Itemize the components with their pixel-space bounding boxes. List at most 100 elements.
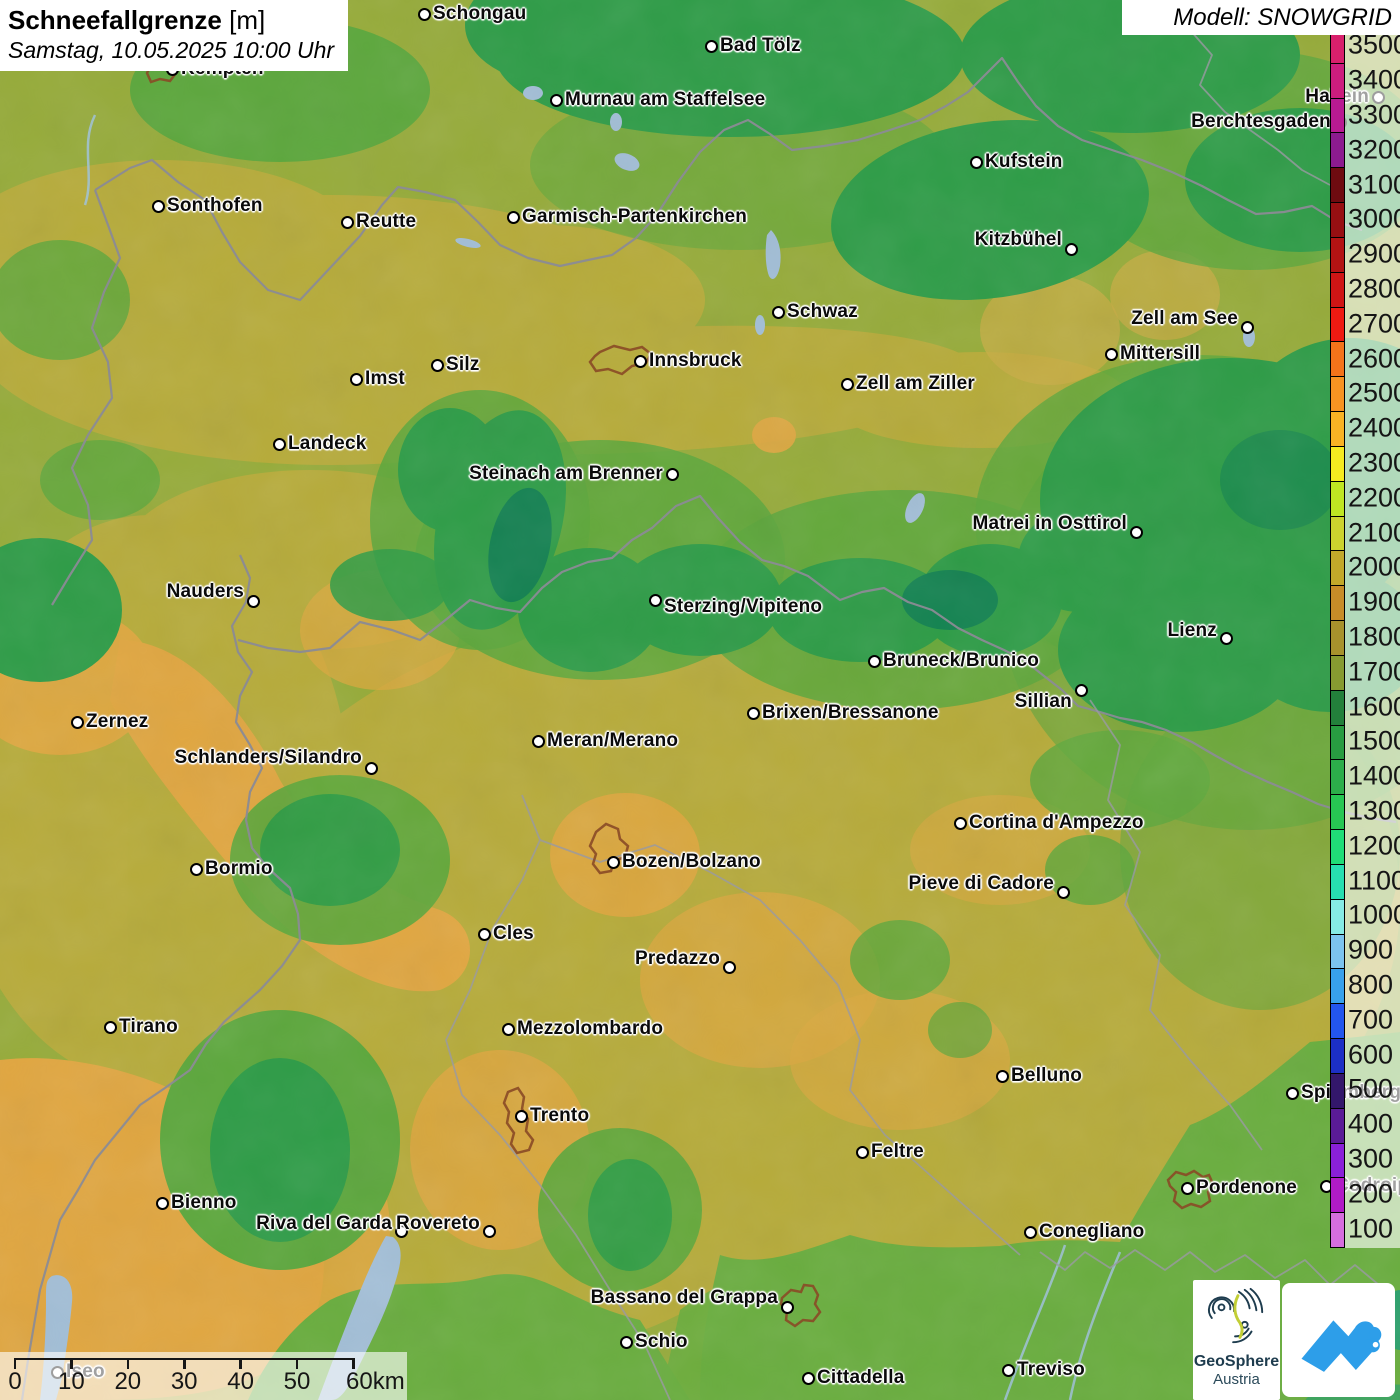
- city-marker: [1220, 632, 1233, 645]
- city-marker: [104, 1021, 117, 1034]
- legend-seg-2700: [1331, 307, 1344, 342]
- model-label: Modell: SNOWGRID: [1173, 4, 1392, 32]
- city-marker: [152, 200, 165, 213]
- city-marker: [1065, 243, 1078, 256]
- city-marker: [156, 1197, 169, 1210]
- legend-seg-2200: [1331, 481, 1344, 516]
- partner-logo: [1282, 1283, 1395, 1397]
- city-label: Innsbruck: [649, 350, 742, 372]
- city-layer: SchongauBad TölzKemptenMurnau am Staffel…: [0, 0, 1400, 1400]
- city-label: Berchtesgaden: [1191, 111, 1331, 133]
- city-marker: [247, 595, 260, 608]
- city-label: Schio: [635, 1331, 688, 1353]
- legend-seg-3400: [1331, 63, 1344, 98]
- city-label: Murnau am Staffelsee: [565, 89, 765, 111]
- city-marker: [341, 216, 354, 229]
- city-label: Bormio: [205, 858, 273, 880]
- scalebar-label-40: 40: [227, 1368, 254, 1396]
- city-marker: [620, 1336, 633, 1349]
- city-label: Pordenone: [1196, 1177, 1297, 1199]
- scalebar-label-20: 20: [114, 1368, 141, 1396]
- city-marker: [841, 378, 854, 391]
- city-marker: [350, 373, 363, 386]
- city-marker: [802, 1372, 815, 1385]
- city-marker: [1057, 886, 1070, 899]
- legend-seg-1800: [1331, 620, 1344, 655]
- city-marker: [970, 156, 983, 169]
- geosphere-logo: GeoSphere Austria: [1193, 1280, 1280, 1400]
- scalebar-label-60km: 60km: [346, 1368, 405, 1396]
- scalebar-label-30: 30: [171, 1368, 198, 1396]
- legend-seg-1500: [1331, 725, 1344, 760]
- city-label: Cittadella: [817, 1367, 905, 1389]
- city-label: Zernez: [86, 711, 148, 733]
- city-label: Sillian: [1015, 691, 1072, 713]
- legend-seg-2100: [1331, 516, 1344, 551]
- city-marker: [996, 1070, 1009, 1083]
- city-label: Trento: [530, 1105, 589, 1127]
- title-line: Schneefallgrenze [m]: [8, 5, 338, 36]
- legend-seg-200: [1331, 1177, 1344, 1212]
- legend-seg-1100: [1331, 864, 1344, 899]
- city-label: Kufstein: [985, 151, 1063, 173]
- city-marker: [550, 94, 563, 107]
- city-marker: [502, 1023, 515, 1036]
- city-marker: [1241, 321, 1254, 334]
- model-box: Modell: SNOWGRID: [1122, 0, 1400, 35]
- geosphere-country: Austria: [1193, 1371, 1280, 1389]
- city-label: Garmisch-Partenkirchen: [522, 206, 747, 228]
- legend-seg-1400: [1331, 759, 1344, 794]
- legend-seg-2600: [1331, 341, 1344, 376]
- city-label: Belluno: [1011, 1065, 1082, 1087]
- city-marker: [483, 1225, 496, 1238]
- legend-seg-2000: [1331, 550, 1344, 585]
- city-label: Zell am Ziller: [856, 373, 975, 395]
- city-label: Cortina d'Ampezzo: [969, 812, 1144, 834]
- city-label: Schwaz: [787, 301, 858, 323]
- city-marker: [431, 359, 444, 372]
- city-marker: [868, 655, 881, 668]
- city-label: Meran/Merano: [547, 730, 678, 752]
- city-label: Riva del Garda: [256, 1213, 392, 1235]
- city-marker: [1286, 1087, 1299, 1100]
- city-marker: [723, 961, 736, 974]
- city-label: Feltre: [871, 1141, 924, 1163]
- city-label: Lienz: [1167, 620, 1217, 642]
- city-marker: [418, 8, 431, 21]
- city-label: Bruneck/Brunico: [883, 650, 1039, 672]
- city-label: Pieve di Cadore: [908, 873, 1054, 895]
- legend-seg-1900: [1331, 585, 1344, 620]
- city-label: Conegliano: [1039, 1221, 1144, 1243]
- legend-seg-2400: [1331, 411, 1344, 446]
- city-label: Zell am See: [1131, 308, 1238, 330]
- city-label: Rovereto: [396, 1213, 480, 1235]
- legend-seg-600: [1331, 1038, 1344, 1073]
- city-marker: [781, 1301, 794, 1314]
- city-label: Steinach am Brenner: [469, 463, 663, 485]
- city-label: Imst: [365, 368, 405, 390]
- city-marker: [634, 355, 647, 368]
- legend-seg-400: [1331, 1108, 1344, 1143]
- legend-seg-3300: [1331, 98, 1344, 133]
- legend-seg-1700: [1331, 655, 1344, 690]
- city-marker: [772, 306, 785, 319]
- city-marker: [954, 817, 967, 830]
- city-marker: [856, 1146, 869, 1159]
- city-label: Treviso: [1017, 1359, 1085, 1381]
- city-marker: [71, 716, 84, 729]
- city-marker: [649, 594, 662, 607]
- city-label: Schongau: [433, 3, 526, 25]
- city-label: Sonthofen: [167, 195, 263, 217]
- city-marker: [273, 438, 286, 451]
- city-marker: [190, 863, 203, 876]
- legend-seg-2800: [1331, 272, 1344, 307]
- legend-seg-2900: [1331, 237, 1344, 272]
- scalebar: 0102030405060km: [0, 1352, 407, 1400]
- city-label: Sterzing/Vipiteno: [664, 596, 822, 618]
- legend-seg-300: [1331, 1143, 1344, 1178]
- geosphere-wordmark: GeoSphere: [1193, 1353, 1280, 1371]
- legend-seg-100: [1331, 1212, 1344, 1247]
- legend-seg-500: [1331, 1073, 1344, 1108]
- legend-seg-3000: [1331, 202, 1344, 237]
- city-marker: [365, 762, 378, 775]
